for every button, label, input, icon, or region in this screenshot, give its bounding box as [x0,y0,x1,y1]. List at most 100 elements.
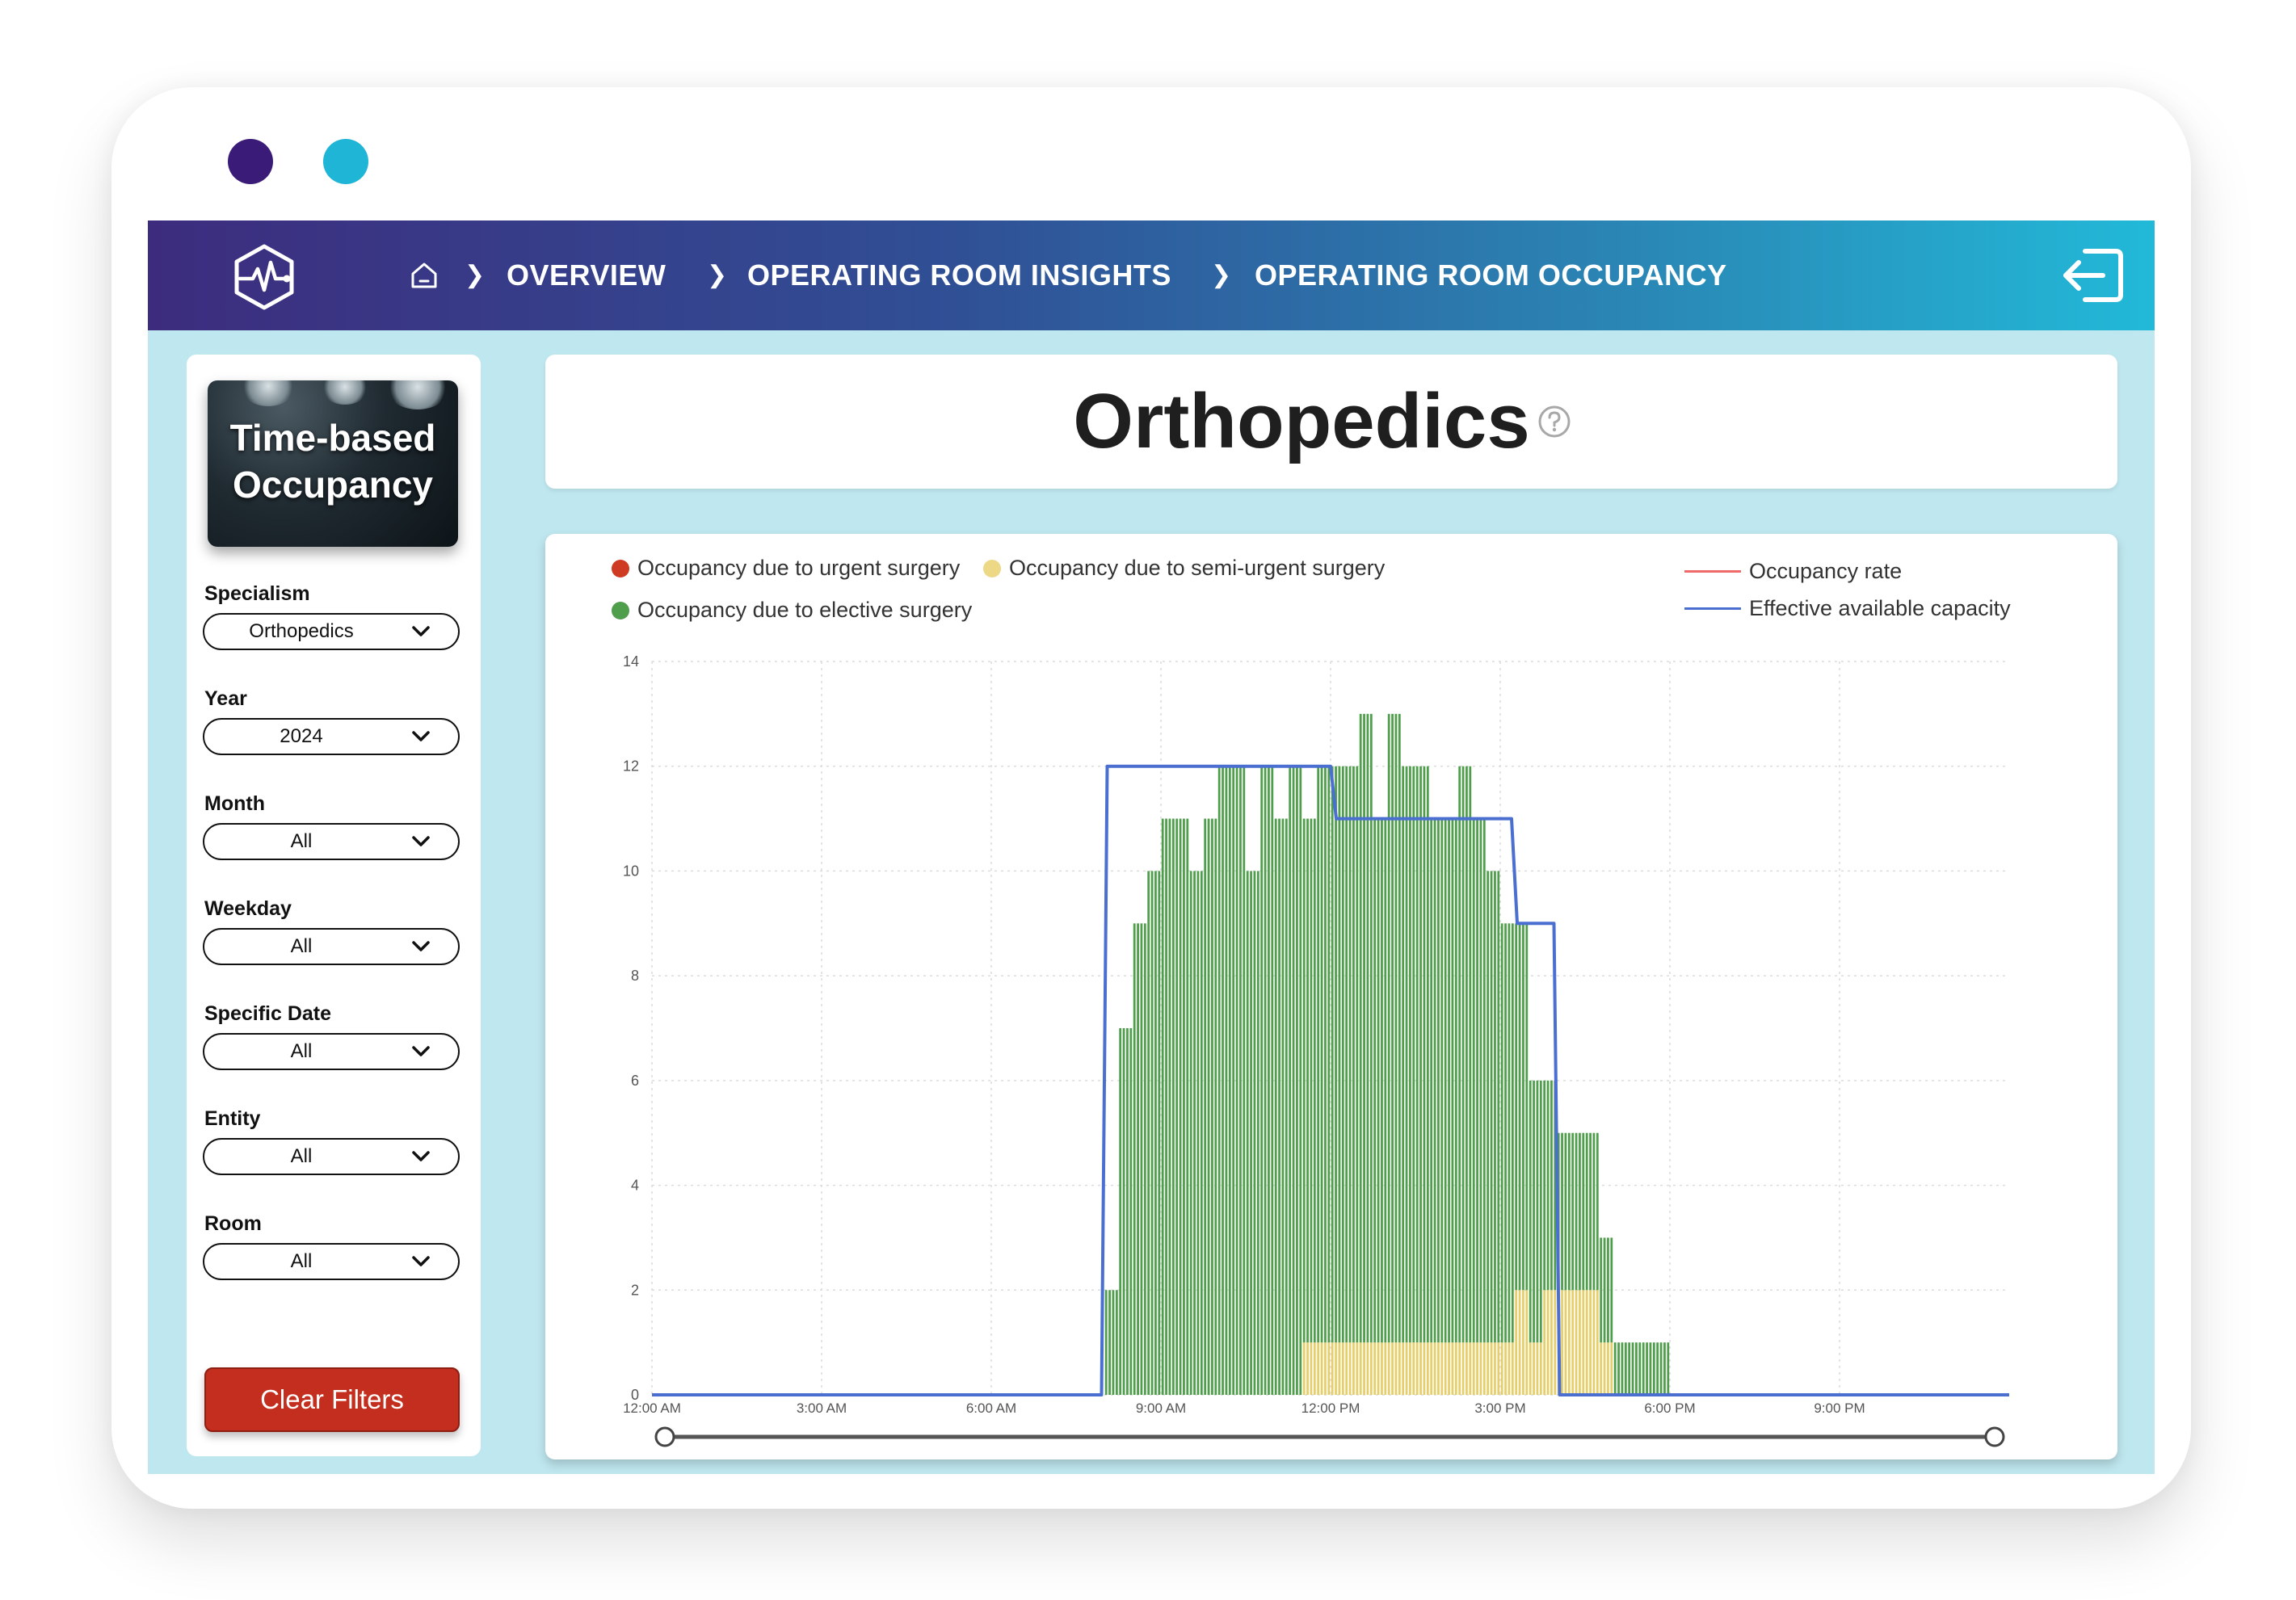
elective-bar [1497,871,1500,1343]
semi-urgent-bar [1571,1290,1575,1395]
semi-urgent-bar [1487,1342,1490,1395]
elective-bar [1479,818,1482,1343]
semi-urgent-bar [1426,1342,1429,1395]
specific-date-dropdown[interactable]: All [203,1033,460,1070]
home-icon[interactable] [408,259,440,292]
elective-bar [1564,1132,1567,1291]
elective-bar [1179,818,1182,1395]
elective-bar [1296,766,1298,1395]
heartbeat-hexagon-icon[interactable] [229,241,300,313]
hero-title-line1: Time-based [229,417,436,459]
elective-bar [1646,1342,1648,1395]
semi-urgent-bar [1518,1290,1521,1395]
elective-bar [1320,766,1323,1343]
elective-bar [1126,1028,1129,1395]
elective-bar [1642,1342,1645,1395]
chevron-down-icon [412,626,430,636]
chevron-down-icon [412,1256,430,1266]
elective-bar [1415,766,1419,1343]
breadcrumb-overview[interactable]: OVERVIEW [507,256,666,295]
elective-bar [1387,713,1390,1343]
elective-bar [1228,766,1231,1395]
elective-bar [1143,923,1146,1395]
elective-bar [1546,1080,1550,1291]
chevron-down-icon [412,1046,430,1056]
elective-bar [1373,818,1377,1343]
elective-bar [1592,1132,1596,1291]
semi-urgent-bar [1352,1342,1355,1395]
y-tick-label: 4 [631,1178,639,1194]
elective-bar [1652,1342,1655,1395]
room-label: Room [204,1212,262,1235]
elective-bar [1419,766,1422,1343]
semi-urgent-bar [1561,1290,1563,1395]
elective-bar [1600,1237,1603,1343]
elective-bar [1561,1132,1563,1291]
semi-urgent-bar [1451,1342,1454,1395]
semi-urgent-bar [1494,1342,1496,1395]
breadcrumb-operating-room-insights[interactable]: OPERATING ROOM INSIGHTS [747,256,1171,295]
range-slider-start-handle[interactable] [654,1426,675,1447]
elective-bar [1603,1237,1606,1343]
semi-urgent-bar [1377,1342,1380,1395]
semi-urgent-bar [1391,1342,1394,1395]
x-tick-label: 9:00 AM [1136,1401,1186,1416]
elective-bar [1529,1080,1532,1343]
elective-bar [1274,818,1277,1395]
elective-bar [1165,818,1167,1395]
elective-bar [1225,766,1228,1395]
elective-bar [1663,1342,1666,1395]
specialism-dropdown[interactable]: Orthopedics [203,613,460,650]
semi-urgent-bar [1430,1342,1433,1395]
semi-urgent-bar [1533,1342,1535,1395]
semi-urgent-bar [1600,1342,1603,1395]
semi-urgent-bar [1448,1342,1450,1395]
elective-bar [1482,818,1486,1343]
elective-bar [1171,818,1175,1395]
semi-urgent-bar [1317,1342,1320,1395]
range-slider-end-handle[interactable] [1984,1426,2005,1447]
elective-bar [1472,818,1475,1343]
elective-bar [1281,818,1285,1395]
help-icon[interactable] [1537,405,1571,439]
elective-bar [1214,818,1217,1395]
hero-title: Time-based Occupancy [208,414,458,508]
semi-urgent-bar [1592,1290,1596,1395]
semi-urgent-bar [1567,1290,1571,1395]
elective-bar [1348,766,1352,1343]
elective-bar [1617,1342,1620,1395]
elective-bar [1582,1132,1585,1291]
semi-urgent-bar [1476,1342,1478,1395]
elective-bar [1494,871,1496,1343]
semi-urgent-bar [1373,1342,1377,1395]
semi-urgent-bar [1500,1342,1503,1395]
semi-urgent-bar [1490,1342,1493,1395]
x-tick-label: 12:00 PM [1301,1401,1360,1416]
entity-dropdown[interactable]: All [203,1138,460,1175]
specific-date-label: Specific Date [204,1002,332,1025]
elective-bar [1158,871,1161,1395]
elective-bar [1260,766,1264,1395]
elective-bar [1289,766,1292,1395]
weekday-dropdown[interactable]: All [203,928,460,965]
elective-bar [1366,713,1369,1343]
elective-bar [1345,766,1348,1343]
filter-sidebar: Time-based Occupancy Specialism Orthoped… [187,355,481,1456]
elective-bar [1589,1132,1592,1291]
app-window: ❯ OVERVIEW ❯ OPERATING ROOM INSIGHTS ❯ O… [148,220,2155,1474]
year-label: Year [204,687,247,710]
month-dropdown[interactable]: All [203,823,460,860]
elective-bar [1628,1342,1631,1395]
year-dropdown[interactable]: 2024 [203,718,460,755]
weekday-label: Weekday [204,897,292,920]
room-dropdown[interactable]: All [203,1243,460,1280]
elective-bar [1331,766,1334,1343]
logout-icon[interactable] [2058,243,2127,308]
elective-bar [1571,1132,1575,1291]
page-title-text: Orthopedics [1073,378,1530,464]
semi-urgent-bar [1437,1342,1440,1395]
clear-filters-button[interactable]: Clear Filters [204,1367,460,1432]
elective-bar [1313,818,1316,1343]
x-tick-label: 9:00 PM [1814,1401,1865,1416]
elective-bar [1256,871,1259,1395]
